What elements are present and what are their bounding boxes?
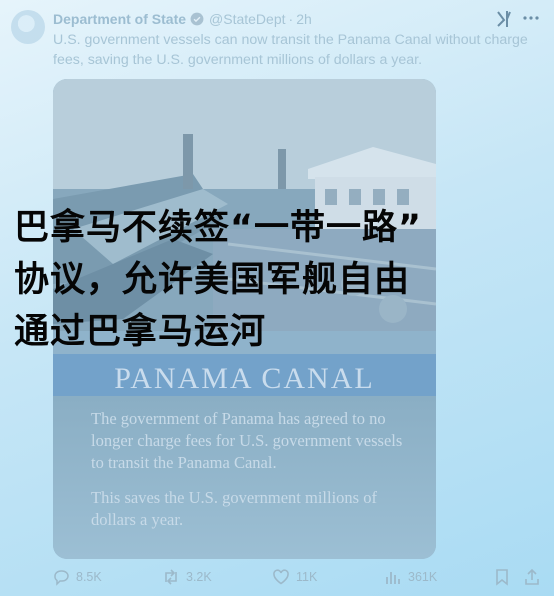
card-title: PANAMA CANAL [114, 362, 375, 395]
views-chart-icon [386, 572, 400, 584]
overlay-headline: 巴拿马不续签“一带一路” 协议，允许美国军舰自由 通过巴拿马运河 [14, 202, 554, 358]
separator-dot: · [288, 11, 294, 27]
bookmark-icon [496, 569, 508, 586]
more-options-icon[interactable] [522, 9, 540, 27]
grok-icon[interactable] [495, 9, 515, 29]
retweet-icon [165, 569, 177, 585]
tweet-header: Department of State @StateDept · 2h [53, 9, 554, 29]
share-button[interactable] [523, 568, 541, 586]
verified-badge-icon [190, 12, 204, 26]
account-handle[interactable]: @StateDept [209, 11, 285, 27]
avatar[interactable] [11, 10, 45, 44]
overlay-line: 巴拿马不续签“一带一路” [14, 208, 423, 248]
post-time[interactable]: 2h [296, 11, 312, 27]
overlay-line: 协议，允许美国军舰自由 [14, 260, 411, 300]
reply-count: 8.5K [76, 570, 102, 584]
overlay-line: 通过巴拿马运河 [14, 312, 267, 352]
display-name[interactable]: Department of State [53, 11, 186, 27]
reply-icon [54, 570, 69, 586]
heart-icon [273, 569, 289, 585]
reply-button[interactable]: 8.5K [52, 568, 102, 586]
card-paragraph: The government of Panama has agreed to n… [91, 409, 403, 472]
retweet-count: 3.2K [186, 570, 212, 584]
tweet-text: U.S. government vessels can now transit … [53, 32, 528, 68]
views-button[interactable]: 361K [384, 568, 437, 586]
card-paragraph: This saves the U.S. government millions … [91, 488, 377, 529]
views-count: 361K [408, 570, 438, 584]
action-bar: 8.5K 3.2K 11K 361K [0, 568, 554, 592]
share-icon [525, 568, 539, 585]
like-count: 11K [296, 570, 318, 584]
bookmark-button[interactable] [493, 568, 511, 586]
retweet-button[interactable]: 3.2K [162, 568, 212, 586]
like-button[interactable]: 11K [272, 568, 317, 586]
